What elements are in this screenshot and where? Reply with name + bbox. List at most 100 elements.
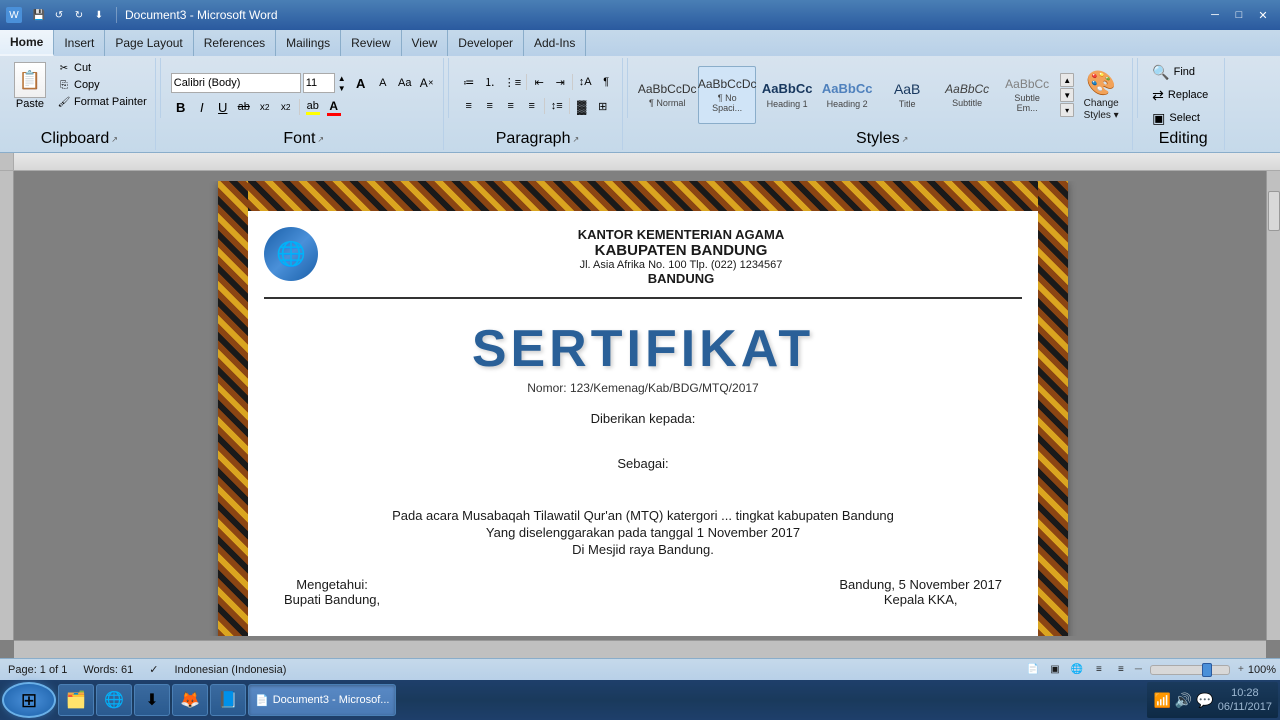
change-styles-button[interactable]: 🎨 ChangeStyles ▾: [1076, 67, 1126, 124]
tab-home[interactable]: Home: [0, 30, 54, 56]
style-heading1[interactable]: AaBbCc Heading 1: [758, 66, 816, 124]
undo-quick-btn[interactable]: ↺: [50, 6, 68, 24]
para-expand[interactable]: ↗: [572, 135, 579, 144]
ruler-scale[interactable]: 1 2 3 4 5 6 7 8: [14, 161, 1280, 163]
numbering-button[interactable]: ⒈: [480, 72, 500, 92]
close-button[interactable]: ✕: [1252, 6, 1274, 24]
tab-view[interactable]: View: [402, 30, 449, 56]
borders-button[interactable]: ⊞: [593, 96, 613, 116]
titlebar: W 💾 ↺ ↻ ⬇ Document3 - Microsoft Word ─ □…: [0, 0, 1280, 30]
full-screen-btn[interactable]: ▣: [1045, 662, 1065, 678]
zoom-minus[interactable]: ─: [1135, 664, 1142, 675]
underline-button[interactable]: U: [213, 97, 233, 117]
line-spacing-button[interactable]: ↕≡: [547, 96, 567, 116]
style-normal[interactable]: AaBbCcDc ¶ Normal: [638, 66, 696, 124]
word-count[interactable]: Words: 61: [79, 664, 137, 676]
taskbar-active-window[interactable]: 📄 Document3 - Microsof...: [248, 684, 396, 716]
web-layout-btn[interactable]: 🌐: [1067, 662, 1087, 678]
language-indicator[interactable]: Indonesian (Indonesia): [170, 664, 290, 676]
style-heading2[interactable]: AaBbCc Heading 2: [818, 66, 876, 124]
draft-btn[interactable]: ≡: [1111, 662, 1131, 678]
taskbar-word-doc[interactable]: 📘: [210, 684, 246, 716]
copy-button[interactable]: ⎘ Copy: [54, 77, 149, 93]
tab-mailings[interactable]: Mailings: [276, 30, 341, 56]
start-button[interactable]: ⊞: [2, 682, 56, 718]
proofing-status[interactable]: ✓: [145, 663, 162, 676]
font-shrink-btn[interactable]: ▼: [335, 83, 349, 93]
print-layout-btn[interactable]: 📄: [1023, 662, 1043, 678]
strikethrough-button[interactable]: ab: [234, 97, 254, 117]
bullets-button[interactable]: ≔: [459, 72, 479, 92]
decrease-indent-button[interactable]: ⇤: [529, 72, 549, 92]
font-color-button[interactable]: A: [324, 97, 344, 117]
shading-button[interactable]: ▓: [572, 96, 592, 116]
zoom-thumb[interactable]: [1202, 663, 1212, 677]
select-button[interactable]: ▣ Select: [1148, 108, 1218, 129]
font-grow-btn[interactable]: ▲: [335, 73, 349, 83]
highlight-button[interactable]: ab: [303, 97, 323, 117]
font-shrink-large-btn[interactable]: A: [373, 73, 393, 93]
font-grow-large-btn[interactable]: A: [351, 73, 371, 93]
save-quick-btn[interactable]: 💾: [30, 6, 48, 24]
styles-expand[interactable]: ↗: [902, 135, 909, 144]
replace-button[interactable]: ⇄ Replace: [1148, 85, 1218, 106]
sort-button[interactable]: ↕A: [575, 72, 595, 92]
increase-indent-button[interactable]: ⇥: [550, 72, 570, 92]
clear-format-btn[interactable]: A✕: [417, 73, 437, 93]
taskbar-ie[interactable]: 🌐: [96, 684, 132, 716]
cut-button[interactable]: ✂ Cut: [54, 60, 149, 76]
align-right-button[interactable]: ≡: [501, 96, 521, 116]
tray-volume[interactable]: 🔊: [1175, 692, 1192, 709]
styles-scroll-up[interactable]: ▲: [1060, 73, 1074, 87]
paste-button[interactable]: 📋 Paste: [10, 60, 50, 112]
tab-insert[interactable]: Insert: [54, 30, 105, 56]
font-name-box[interactable]: Calibri (Body): [171, 73, 301, 93]
show-hide-button[interactable]: ¶: [596, 72, 616, 92]
vertical-scrollbar[interactable]: [1266, 171, 1280, 640]
tab-developer[interactable]: Developer: [448, 30, 524, 56]
taskbar-firefox[interactable]: 🦊: [172, 684, 208, 716]
tab-page-layout[interactable]: Page Layout: [105, 30, 193, 56]
center-button[interactable]: ≡: [480, 96, 500, 116]
format-painter-button[interactable]: 🖌 Format Painter: [54, 94, 149, 110]
style-subtle-em[interactable]: AaBbCc Subtle Em...: [998, 66, 1056, 124]
font-size-box[interactable]: 11: [303, 73, 335, 93]
bold-button[interactable]: B: [171, 97, 191, 117]
multilevel-button[interactable]: ⋮≡: [501, 72, 524, 92]
superscript-button[interactable]: x2: [276, 97, 296, 117]
style-no-spacing[interactable]: AaBbCcDc ¶ No Spaci...: [698, 66, 756, 124]
justify-button[interactable]: ≡: [522, 96, 542, 116]
maximize-button[interactable]: □: [1228, 6, 1250, 24]
outline-btn[interactable]: ≡: [1089, 662, 1109, 678]
tray-network[interactable]: 📶: [1153, 692, 1170, 709]
style-title[interactable]: AaB Title: [878, 66, 936, 124]
clipboard-expand[interactable]: ↗: [111, 135, 118, 144]
align-left-button[interactable]: ≡: [459, 96, 479, 116]
document-page[interactable]: 🌐 KANTOR KEMENTERIAN AGAMA KABUPATEN BAN…: [218, 181, 1068, 636]
taskbar-file-explorer[interactable]: 🗂️: [58, 684, 94, 716]
find-button[interactable]: 🔍 Find: [1148, 62, 1218, 83]
tray-notification[interactable]: 💬: [1196, 692, 1213, 709]
zoom-level[interactable]: 100%: [1248, 664, 1276, 676]
taskbar-arrow[interactable]: ⬇: [134, 684, 170, 716]
style-subtitle[interactable]: AaBbCc Subtitle: [938, 66, 996, 124]
minimize-button[interactable]: ─: [1204, 6, 1226, 24]
tab-addins[interactable]: Add-Ins: [524, 30, 586, 56]
system-clock[interactable]: 10:28 06/11/2017: [1218, 686, 1272, 715]
horizontal-scrollbar[interactable]: [14, 640, 1266, 658]
tab-references[interactable]: References: [194, 30, 276, 56]
font-expand[interactable]: ↗: [317, 135, 324, 144]
change-case-btn[interactable]: Aa: [395, 73, 415, 93]
dropdown-quick-btn[interactable]: ⬇: [90, 6, 108, 24]
zoom-slider[interactable]: [1150, 665, 1230, 675]
subscript-button[interactable]: x2: [255, 97, 275, 117]
styles-more[interactable]: ▾: [1060, 103, 1074, 117]
styles-scroll-down[interactable]: ▼: [1060, 88, 1074, 102]
page-info[interactable]: Page: 1 of 1: [4, 664, 71, 676]
redo-quick-btn[interactable]: ↻: [70, 6, 88, 24]
styles-gallery: AaBbCcDc ¶ Normal AaBbCcDc ¶ No Spaci...…: [638, 66, 1074, 124]
italic-button[interactable]: I: [192, 97, 212, 117]
zoom-plus[interactable]: +: [1238, 664, 1244, 675]
scrollbar-thumb[interactable]: [1268, 191, 1280, 231]
tab-review[interactable]: Review: [341, 30, 401, 56]
